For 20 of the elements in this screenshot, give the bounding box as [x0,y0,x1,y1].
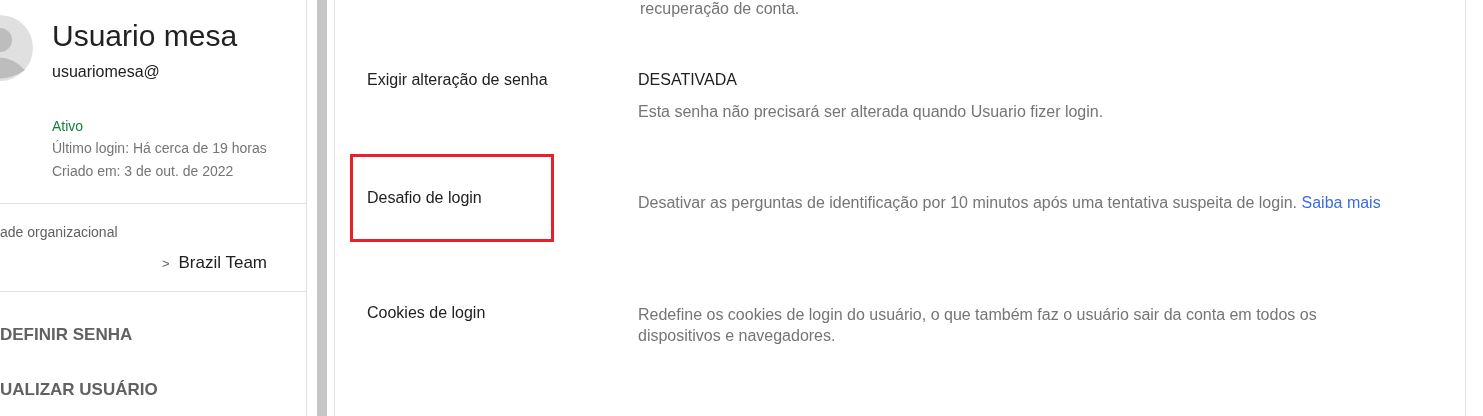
setting-description: Redefine os cookies de login do usuário, o que também faz o usuário sair da conta em todos os dispositivos e navegadores. [638,305,1318,346]
created-date: Criado em: 3 de out. de 2022 [52,162,235,181]
user-email: usuariomesa@ [52,63,161,81]
setting-value: DESATIVADA [638,71,738,89]
setting-description: recuperação de conta. [639,0,801,18]
org-unit-label: ade organizacional [0,224,119,240]
setting-label: Desafio de login [367,189,482,207]
setting-label: Exigir alteração de senha [367,71,548,89]
learn-more-link[interactable]: Saiba mais [1301,194,1381,211]
user-name: Usuario mesa [52,19,239,53]
breadcrumb-separator: > [161,255,170,271]
last-login: Último login: Há cerca de 19 horas [52,139,267,158]
action-button[interactable]: UALIZAR USUÁRIO [0,347,306,402]
org-unit-name: Brazil Team [178,253,267,273]
setting-description: Desativar as perguntas de identificação por 10 minutos após uma tentativa suspeita de login. Saiba mais [638,193,1382,213]
setting-description: Esta senha não precisará ser alterada quando Usuario fizer login. [638,102,1105,122]
user-status: Ativo [52,117,85,136]
scrollbar[interactable] [317,0,327,416]
setting-label: Cookies de login [367,304,486,322]
action-button[interactable]: DEFINIR SENHA [0,292,306,347]
